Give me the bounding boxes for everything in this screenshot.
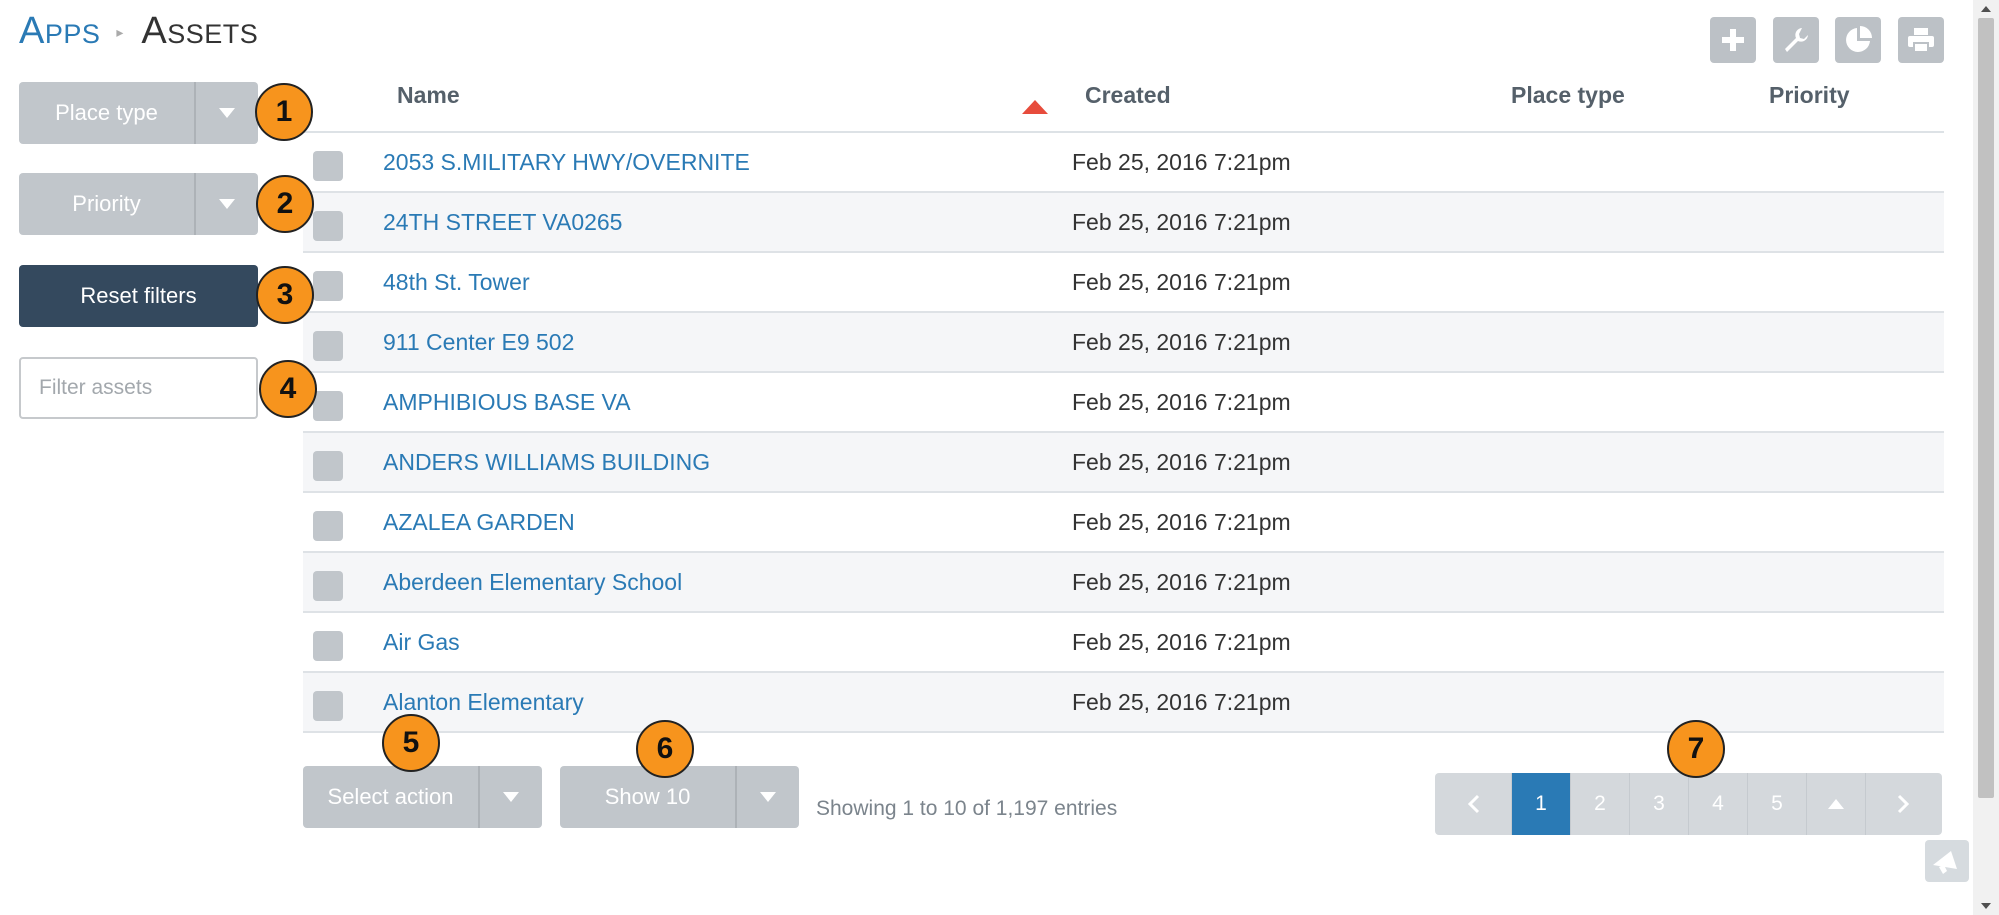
- row-checkbox[interactable]: [313, 151, 343, 181]
- page-button-3[interactable]: 3: [1629, 773, 1688, 835]
- created-date: Feb 25, 2016 7:21pm: [1072, 629, 1291, 655]
- annotation-marker-1: 1: [255, 83, 313, 141]
- breadcrumb-apps-link[interactable]: Apps: [19, 10, 100, 53]
- table-row: AZALEA GARDEN Feb 25, 2016 7:21pm: [303, 493, 1944, 553]
- sort-ascending-icon[interactable]: [1022, 100, 1048, 114]
- row-checkbox[interactable]: [313, 691, 343, 721]
- created-date: Feb 25, 2016 7:21pm: [1072, 329, 1291, 355]
- page-button-2[interactable]: 2: [1570, 773, 1629, 835]
- scroll-down-arrow-icon[interactable]: [1980, 900, 1992, 912]
- column-header-created[interactable]: Created: [1085, 82, 1171, 109]
- page-button-5[interactable]: 5: [1747, 773, 1806, 835]
- table-row: 24TH STREET VA0265 Feb 25, 2016 7:21pm: [303, 193, 1944, 253]
- feedback-button[interactable]: [1925, 840, 1969, 882]
- created-date: Feb 25, 2016 7:21pm: [1072, 269, 1291, 295]
- caret-up-icon: [1828, 799, 1844, 809]
- next-page-button[interactable]: [1865, 773, 1942, 835]
- asset-name-link[interactable]: Aberdeen Elementary School: [383, 569, 682, 596]
- breadcrumb: Apps ▸ Assets: [19, 10, 258, 60]
- more-pages-button[interactable]: [1806, 773, 1865, 835]
- caret-down-icon: [219, 199, 235, 209]
- add-button[interactable]: [1710, 17, 1756, 63]
- breadcrumb-separator-icon: ▸: [116, 24, 124, 40]
- column-header-place-type[interactable]: Place type: [1511, 82, 1625, 109]
- annotation-marker-6: 6: [636, 720, 694, 778]
- print-button[interactable]: [1898, 17, 1944, 63]
- page-button-1[interactable]: 1: [1511, 773, 1570, 835]
- megaphone-icon: [1933, 851, 1957, 874]
- table-row: Aberdeen Elementary School Feb 25, 2016 7…: [303, 553, 1944, 613]
- page-size-dropdown[interactable]: Show 10: [560, 766, 799, 828]
- asset-name-link[interactable]: AMPHIBIOUS BASE VA: [383, 389, 631, 416]
- table-row: AMPHIBIOUS BASE VA Feb 25, 2016 7:21pm: [303, 373, 1944, 433]
- annotation-marker-3: 3: [256, 266, 314, 324]
- table-row: 2053 S.MILITARY HWY/OVERNITE Feb 25, 2016…: [303, 133, 1944, 193]
- created-date: Feb 25, 2016 7:21pm: [1072, 449, 1291, 475]
- created-date: Feb 25, 2016 7:21pm: [1072, 389, 1291, 415]
- scrollbar-thumb[interactable]: [1978, 18, 1994, 798]
- annotation-marker-4: 4: [259, 360, 317, 418]
- created-date: Feb 25, 2016 7:21pm: [1072, 689, 1291, 715]
- previous-page-button[interactable]: [1435, 773, 1511, 835]
- caret-down-icon: [219, 108, 235, 118]
- asset-name-link[interactable]: Air Gas: [383, 629, 460, 656]
- row-checkbox[interactable]: [313, 631, 343, 661]
- column-header-name[interactable]: Name: [397, 82, 460, 109]
- asset-name-link[interactable]: 24TH STREET VA0265: [383, 209, 622, 236]
- row-checkbox[interactable]: [313, 571, 343, 601]
- row-checkbox[interactable]: [313, 391, 343, 421]
- page-title: Assets: [141, 10, 259, 52]
- row-checkbox[interactable]: [313, 271, 343, 301]
- created-date: Feb 25, 2016 7:21pm: [1072, 209, 1291, 235]
- asset-name-link[interactable]: 48th St. Tower: [383, 269, 530, 296]
- row-checkbox[interactable]: [313, 331, 343, 361]
- settings-button[interactable]: [1773, 17, 1819, 63]
- select-action-label[interactable]: Select action: [303, 766, 478, 828]
- table-row: Air Gas Feb 25, 2016 7:21pm: [303, 613, 1944, 673]
- plus-icon: [1722, 29, 1744, 51]
- row-checkbox[interactable]: [313, 451, 343, 481]
- caret-down-icon: [503, 792, 519, 802]
- reset-filters-button[interactable]: Reset filters: [19, 265, 258, 327]
- asset-name-link[interactable]: AZALEA GARDEN: [383, 509, 575, 536]
- place-type-label[interactable]: Place type: [19, 82, 194, 144]
- pie-chart-icon: [1846, 26, 1872, 52]
- caret-down-icon: [760, 792, 776, 802]
- place-type-filter[interactable]: Place type: [19, 82, 258, 144]
- page-button-4[interactable]: 4: [1688, 773, 1747, 835]
- row-checkbox[interactable]: [313, 511, 343, 541]
- asset-name-link[interactable]: 911 Center E9 502: [383, 329, 574, 356]
- place-type-dropdown-toggle[interactable]: [194, 82, 258, 144]
- priority-filter[interactable]: Priority: [19, 173, 258, 235]
- priority-label[interactable]: Priority: [19, 173, 194, 235]
- created-date: Feb 25, 2016 7:21pm: [1072, 149, 1291, 175]
- table-row: 48th St. Tower Feb 25, 2016 7:21pm: [303, 253, 1944, 313]
- page-size-label[interactable]: Show 10: [560, 766, 735, 828]
- scroll-up-arrow-icon[interactable]: [1980, 3, 1992, 15]
- annotation-marker-5: 5: [382, 714, 440, 772]
- created-date: Feb 25, 2016 7:21pm: [1072, 509, 1291, 535]
- created-date: Feb 25, 2016 7:21pm: [1072, 569, 1291, 595]
- table-row: 911 Center E9 502 Feb 25, 2016 7:21pm: [303, 313, 1944, 373]
- report-button[interactable]: [1835, 17, 1881, 63]
- wrench-icon: [1785, 28, 1808, 52]
- page-size-toggle[interactable]: [735, 766, 799, 828]
- priority-dropdown-toggle[interactable]: [194, 173, 258, 235]
- select-action-toggle[interactable]: [478, 766, 542, 828]
- chevron-right-icon: [1897, 794, 1910, 814]
- asset-name-link[interactable]: ANDERS WILLIAMS BUILDING: [383, 449, 710, 476]
- filter-assets-input[interactable]: [19, 357, 258, 419]
- entries-summary: Showing 1 to 10 of 1,197 entries: [816, 797, 1118, 820]
- select-action-dropdown[interactable]: Select action: [303, 766, 542, 828]
- print-icon: [1908, 28, 1934, 53]
- annotation-marker-7: 7: [1667, 720, 1725, 778]
- asset-name-link[interactable]: Alanton Elementary: [383, 689, 584, 716]
- pagination: 1 2 3 4 5: [1435, 773, 1942, 835]
- annotation-marker-2: 2: [256, 175, 314, 233]
- row-checkbox[interactable]: [313, 211, 343, 241]
- asset-name-link[interactable]: 2053 S.MILITARY HWY/OVERNITE: [383, 149, 750, 176]
- chevron-left-icon: [1467, 794, 1480, 814]
- column-header-priority[interactable]: Priority: [1769, 82, 1850, 109]
- table-row: ANDERS WILLIAMS BUILDING Feb 25, 2016 7:2…: [303, 433, 1944, 493]
